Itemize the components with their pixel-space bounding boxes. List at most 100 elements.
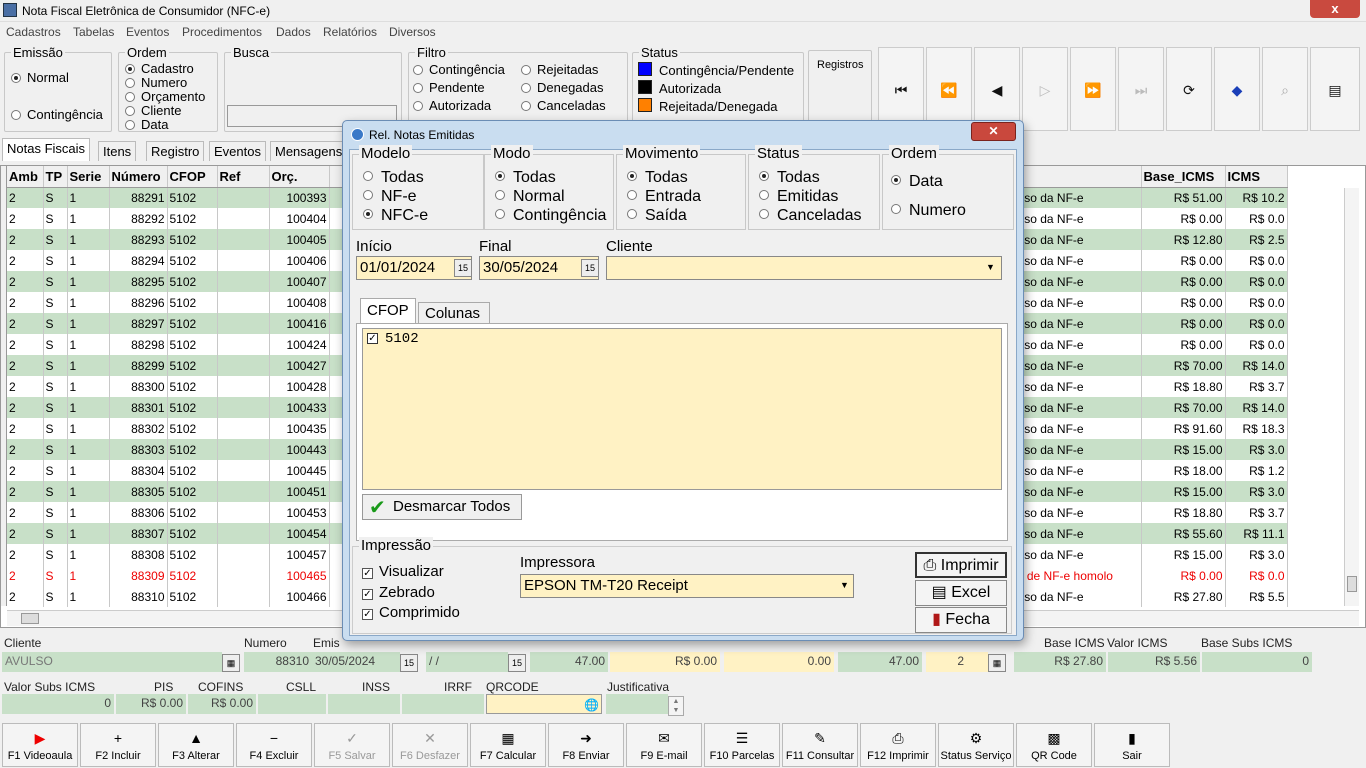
numero-field[interactable]: 88310 — [244, 652, 312, 672]
menu-eventos[interactable]: Eventos — [126, 25, 169, 39]
col-numero[interactable]: Número — [109, 166, 168, 188]
fkey-button-10[interactable]: ☰ F10 Parcelas — [704, 723, 780, 767]
next-page-button[interactable]: ⏩ — [1070, 47, 1116, 131]
fkey-button-1[interactable]: ▶ F1 Videoaula — [2, 723, 78, 767]
next-record-button[interactable]: ▷ — [1022, 47, 1068, 131]
second-date-field[interactable]: / / — [426, 652, 508, 672]
modelo-nfe-radio[interactable]: NF-e — [363, 188, 417, 206]
inss-field[interactable] — [328, 694, 400, 714]
emissao-normal-radio[interactable]: Normal — [11, 70, 69, 85]
pis-field[interactable]: R$ 0.00 — [116, 694, 186, 714]
status-canceladas-radio[interactable]: Canceladas — [759, 207, 862, 225]
status-todas-radio[interactable]: Todas — [759, 169, 820, 187]
fkey-button-13[interactable]: ⚙ Status Serviço — [938, 723, 1014, 767]
valor-field[interactable]: 47.00 — [838, 652, 922, 672]
tab-eventos[interactable]: Eventos — [209, 141, 266, 161]
impressora-dropdown-chevron-icon[interactable]: ▼ — [840, 580, 849, 590]
status-emitidas-radio[interactable]: Emitidas — [759, 188, 838, 206]
menu-tabelas[interactable]: Tabelas — [73, 25, 114, 39]
fkey-button-11[interactable]: ✎ F11 Consultar — [782, 723, 858, 767]
modelo-nfce-radio[interactable]: NFC-e — [363, 207, 428, 225]
prev-record-button[interactable]: ◀ — [974, 47, 1020, 131]
ordem-numero-radio-dialog[interactable]: Numero — [891, 202, 966, 220]
cliente-dropdown-chevron-icon[interactable]: ▼ — [986, 262, 995, 272]
base-subs-field[interactable]: 0 — [1202, 652, 1312, 672]
modo-contingencia-radio[interactable]: Contingência — [495, 207, 606, 225]
col-ref[interactable]: Ref — [217, 166, 270, 188]
ordem-data-radio[interactable]: Data — [125, 117, 168, 132]
emissao-date-field[interactable]: 30/05/2024 — [312, 652, 400, 672]
fkey-button-3[interactable]: ▲ F3 Alterar — [158, 723, 234, 767]
menu-procedimentos[interactable]: Procedimentos — [182, 25, 262, 39]
horizontal-scroll-thumb[interactable] — [21, 613, 39, 624]
final-calendar-icon[interactable]: 15 — [581, 259, 599, 277]
col-serie[interactable]: Serie — [67, 166, 110, 188]
base-icms-field[interactable]: R$ 27.80 — [1014, 652, 1106, 672]
globe-icon[interactable]: 🌐 — [584, 698, 599, 712]
col-orc[interactable]: Orç. — [269, 166, 330, 188]
ordem-orcamento-radio[interactable]: Orçamento — [125, 89, 205, 104]
fecha-button[interactable]: ▮ Fecha — [915, 607, 1007, 633]
fkey-button-12[interactable]: ⎙ F12 Imprimir — [860, 723, 936, 767]
cfop-5102-checkbox[interactable]: ✓ — [367, 333, 378, 344]
tab-itens[interactable]: Itens — [98, 141, 137, 161]
cliente-field[interactable]: AVULSO — [2, 652, 222, 672]
imprimir-button[interactable]: ⎙ Imprimir — [915, 552, 1007, 578]
col-tp[interactable]: TP — [43, 166, 68, 188]
filtro-contingencia[interactable]: Contingência — [413, 62, 505, 77]
movimento-saida-radio[interactable]: Saída — [627, 207, 687, 225]
goto-button[interactable]: ⌕ — [1262, 47, 1308, 131]
fkey-button-5[interactable]: ✓ F5 Salvar — [314, 723, 390, 767]
filtro-rejeitadas[interactable]: Rejeitadas — [521, 62, 598, 77]
col-amb[interactable]: Amb — [7, 166, 44, 188]
acrescimo-field[interactable]: 0.00 — [724, 652, 834, 672]
parcelas-icon[interactable]: ▦ — [988, 654, 1006, 672]
fkey-button-7[interactable]: ▦ F7 Calcular — [470, 723, 546, 767]
col-cfop[interactable]: CFOP — [167, 166, 218, 188]
movimento-todas-radio[interactable]: Todas — [627, 169, 688, 187]
justificativa-spinner[interactable]: ▲ ▼ — [668, 696, 684, 716]
refresh-button[interactable]: ⟳ — [1166, 47, 1212, 131]
dialog-close-button[interactable]: ✕ — [971, 122, 1016, 141]
fkey-button-4[interactable]: − F4 Excluir — [236, 723, 312, 767]
fkey-button-15[interactable]: ▮ Sair — [1094, 723, 1170, 767]
col-icms[interactable]: ICMS — [1225, 166, 1288, 188]
movimento-entrada-radio[interactable]: Entrada — [627, 188, 701, 206]
fkey-button-14[interactable]: ▩ QR Code — [1016, 723, 1092, 767]
menu-dados[interactable]: Dados — [276, 25, 311, 39]
menu-diversos[interactable]: Diversos — [389, 25, 436, 39]
csll-field[interactable] — [258, 694, 326, 714]
desmarcar-todos-button[interactable]: ✔ Desmarcar Todos — [362, 494, 522, 520]
modo-todas-radio[interactable]: Todas — [495, 169, 556, 187]
tab-notas-fiscais[interactable]: Notas Fiscais — [2, 138, 91, 161]
menu-cadastros[interactable]: Cadastros — [6, 25, 61, 39]
fkey-button-6[interactable]: ✕ F6 Desfazer — [392, 723, 468, 767]
impressora-select[interactable]: EPSON TM-T20 Receipt — [520, 574, 854, 598]
prev-page-button[interactable]: ⏪ — [926, 47, 972, 131]
emissao-calendar-icon[interactable]: 15 — [400, 654, 418, 672]
desconto-field[interactable]: R$ 0.00 — [610, 652, 720, 672]
second-date-calendar-icon[interactable]: 15 — [508, 654, 526, 672]
filtro-pendente[interactable]: Pendente — [413, 80, 485, 95]
tab-colunas[interactable]: Colunas — [418, 302, 490, 324]
modelo-todas-radio[interactable]: Todas — [363, 169, 424, 187]
comprimido-checkbox[interactable]: ✓ Comprimido — [362, 604, 460, 621]
parcelas-field[interactable]: 2 — [926, 652, 988, 672]
zebrado-checkbox[interactable]: ✓ Zebrado — [362, 584, 435, 601]
filtro-canceladas[interactable]: Canceladas — [521, 98, 606, 113]
col-base-icms[interactable]: Base_ICMS — [1141, 166, 1226, 188]
vertical-scroll-thumb[interactable] — [1347, 576, 1357, 592]
excel-button[interactable]: ▤ Excel — [915, 580, 1007, 606]
ordem-numero-radio[interactable]: Numero — [125, 75, 187, 90]
tab-registro[interactable]: Registro — [146, 141, 205, 161]
ordem-data-radio-dialog[interactable]: Data — [891, 173, 943, 191]
tab-mensagens[interactable]: Mensagens — [270, 141, 348, 161]
fkey-button-2[interactable]: + F2 Incluir — [80, 723, 156, 767]
valor-subs-field[interactable]: 0 — [2, 694, 114, 714]
modo-normal-radio[interactable]: Normal — [495, 188, 565, 206]
fkey-button-8[interactable]: ➜ F8 Enviar — [548, 723, 624, 767]
vertical-scrollbar[interactable] — [1344, 188, 1359, 606]
first-record-button[interactable]: ⏮ — [878, 47, 924, 131]
cfop-list[interactable]: ✓ 5102 — [362, 328, 1002, 490]
filtro-autorizada[interactable]: Autorizada — [413, 98, 491, 113]
